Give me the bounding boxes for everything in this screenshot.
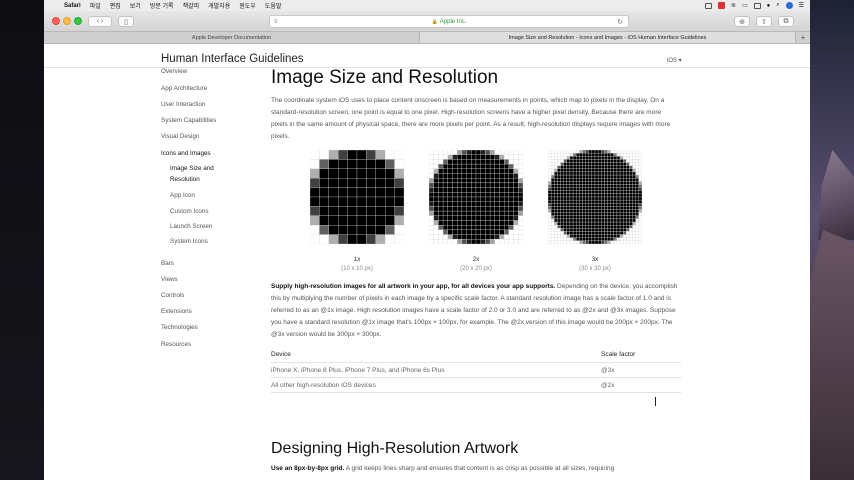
page-title[interactable]: Human Interface Guidelines (161, 53, 304, 65)
figure-size-label: (30 x 30 px) (579, 266, 611, 272)
sidebar-toggle-icon[interactable]: ▯ (118, 16, 134, 27)
intro-paragraph: The coordinate system iOS uses to place … (271, 97, 671, 140)
search-icon[interactable]: ⌕ (776, 2, 779, 9)
menu-item-bookmarks[interactable]: 책갈피 (183, 1, 200, 10)
web-page: Human Interface Guidelines iOS ▾ Overvie… (44, 44, 810, 480)
downloads-icon[interactable]: ⊕ (734, 16, 750, 27)
scale-factor-paragraph: Supply high-resolution images for all ar… (271, 281, 681, 341)
close-window-button[interactable] (52, 17, 60, 25)
siri-icon[interactable] (785, 2, 793, 9)
desktop-mountain (818, 150, 854, 240)
sidebar-subitem-launch-screen[interactable]: Launch Screen (170, 223, 212, 230)
desktop-background-left (0, 0, 44, 480)
local-nav: Human Interface Guidelines iOS ▾ (44, 44, 810, 68)
pixel-circle-2x-image (429, 150, 523, 244)
wifi-icon[interactable]: ≋ (731, 2, 736, 9)
menu-app-name[interactable]: Safari (64, 3, 81, 9)
sidebar-item-overview[interactable]: Overview (161, 68, 187, 75)
table-cell-scale: @3x (601, 367, 615, 374)
grid-paragraph: Use an 8px-by-8px grid. A grid keeps lin… (271, 465, 681, 472)
tab-title: Image Size and Resolution - Icons and Im… (508, 34, 707, 41)
figure-scale-label: 1x (353, 256, 361, 263)
minimize-window-button[interactable] (63, 17, 71, 25)
user-icon[interactable]: ● (767, 3, 771, 9)
address-text: Apple Inc. (439, 18, 467, 25)
pixel-circle-3x-image (548, 150, 642, 244)
scale-factor-table: Device Scale factor iPhone X, iPhone 8 P… (271, 347, 681, 393)
status-area: ≋ ▭ ● ⌕ ☰ (704, 2, 810, 9)
airplay-icon[interactable] (753, 2, 761, 9)
tab-bar: Apple Developer Documentation Image Size… (44, 32, 810, 44)
table-cell-device: All other high-resolution iOS devices (271, 382, 376, 389)
lock-icon: 🔒 (431, 18, 438, 25)
menu-item-file[interactable]: 파일 (90, 1, 101, 10)
notification-center-icon[interactable]: ☰ (799, 2, 804, 9)
sidebar-item-system-capabilities[interactable]: System Capabilities (161, 117, 216, 124)
table-cell-scale: @2x (601, 382, 615, 389)
sidebar-item-bars[interactable]: Bars (161, 260, 174, 267)
text-cursor (655, 397, 656, 406)
reader-icon[interactable]: ≡ (274, 19, 278, 25)
pixel-circle-1x-image (310, 150, 404, 244)
figure-3x: 3x (30 x 30 px) (540, 150, 650, 272)
tabs-overview-icon[interactable]: ⧉ (778, 16, 794, 27)
table-row: iPhone X, iPhone 8 Plus, iPhone 7 Plus, … (271, 363, 681, 378)
sidebar-item-visual-design[interactable]: Visual Design (161, 133, 199, 140)
reload-icon[interactable]: ↻ (617, 18, 623, 26)
figure-scale-label: 2x (472, 256, 480, 263)
section-heading: Image Size and Resolution (271, 67, 499, 88)
desktop-background-right (810, 0, 854, 480)
status-app-icon[interactable] (717, 2, 725, 9)
figure-2x: 2x (20 x 20 px) (421, 150, 531, 272)
display-icon[interactable] (704, 2, 712, 9)
desktop-mountain-base (810, 230, 854, 480)
address-bar[interactable]: ≡ 🔒 Apple Inc. ↻ (269, 15, 629, 28)
sidebar-item-resources[interactable]: Resources (161, 341, 191, 348)
paragraph-lead: Use an 8px-by-8px grid. (271, 465, 345, 472)
subsection-heading: Designing High-Resolution Artwork (271, 440, 519, 457)
platform-selector[interactable]: iOS ▾ (667, 57, 682, 64)
zoom-window-button[interactable] (74, 17, 82, 25)
menu-bar: Safari 파일 편집 보기 방문 기록 책갈피 개발자용 윈도우 도움말 ≋… (44, 0, 810, 11)
menu-item-help[interactable]: 도움말 (265, 1, 282, 10)
sidebar-item-extensions[interactable]: Extensions (161, 308, 192, 315)
sidebar-item-user-interaction[interactable]: User Interaction (161, 101, 205, 108)
sidebar-item-views[interactable]: Views (161, 276, 178, 283)
paragraph-body: A grid keeps lines sharp and ensures tha… (344, 465, 615, 472)
table-header-row: Device Scale factor (271, 347, 681, 363)
sidebar-subitem-system-icons[interactable]: System Icons (170, 238, 208, 245)
browser-toolbar: ‹ › ▯ ≡ 🔒 Apple Inc. ↻ ⊕ ⇧ ⧉ (44, 11, 810, 32)
paragraph-body: Depending on the device, you accomplish … (271, 283, 678, 338)
figure-size-label: (10 x 10 px) (341, 266, 373, 272)
menu-item-history[interactable]: 방문 기록 (150, 1, 174, 10)
sidebar-subitem-app-icon[interactable]: App Icon (170, 192, 195, 199)
sidebar-item-controls[interactable]: Controls (161, 292, 184, 299)
table-header-scale: Scale factor (601, 351, 636, 358)
tab-hig[interactable]: Image Size and Resolution - Icons and Im… (420, 32, 796, 43)
figure-1x: 1x (10 x 10 px) (302, 150, 412, 272)
sidebar-item-icons-and-images[interactable]: Icons and Images (161, 150, 211, 157)
menu-item-window[interactable]: 윈도우 (239, 1, 256, 10)
tab-developer-docs[interactable]: Apple Developer Documentation (44, 32, 420, 43)
sidebar-subitem-image-size[interactable]: Image Size and Resolution (170, 163, 232, 185)
menu-item-edit[interactable]: 편집 (110, 1, 121, 10)
back-forward-buttons[interactable]: ‹ › (88, 16, 112, 27)
menu-item-develop[interactable]: 개발자용 (208, 1, 230, 10)
menu-item-view[interactable]: 보기 (130, 1, 141, 10)
paragraph-lead: Supply high-resolution images for all ar… (271, 283, 556, 290)
table-row: All other high-resolution iOS devices @2… (271, 378, 681, 393)
share-icon[interactable]: ⇧ (756, 16, 772, 27)
tab-title: Apple Developer Documentation (191, 34, 272, 41)
sidebar-subitem-custom-icons[interactable]: Custom Icons (170, 208, 209, 215)
battery-icon[interactable]: ▭ (742, 2, 748, 9)
figure-scale-label: 3x (591, 256, 599, 263)
sidebar-item-technologies[interactable]: Technologies (161, 324, 198, 331)
table-header-device: Device (271, 351, 291, 358)
table-cell-device: iPhone X, iPhone 8 Plus, iPhone 7 Plus, … (271, 367, 445, 374)
figure-size-label: (20 x 20 px) (460, 266, 492, 272)
new-tab-button[interactable]: + (796, 32, 810, 43)
sidebar-item-app-architecture[interactable]: App Architecture (161, 85, 207, 92)
